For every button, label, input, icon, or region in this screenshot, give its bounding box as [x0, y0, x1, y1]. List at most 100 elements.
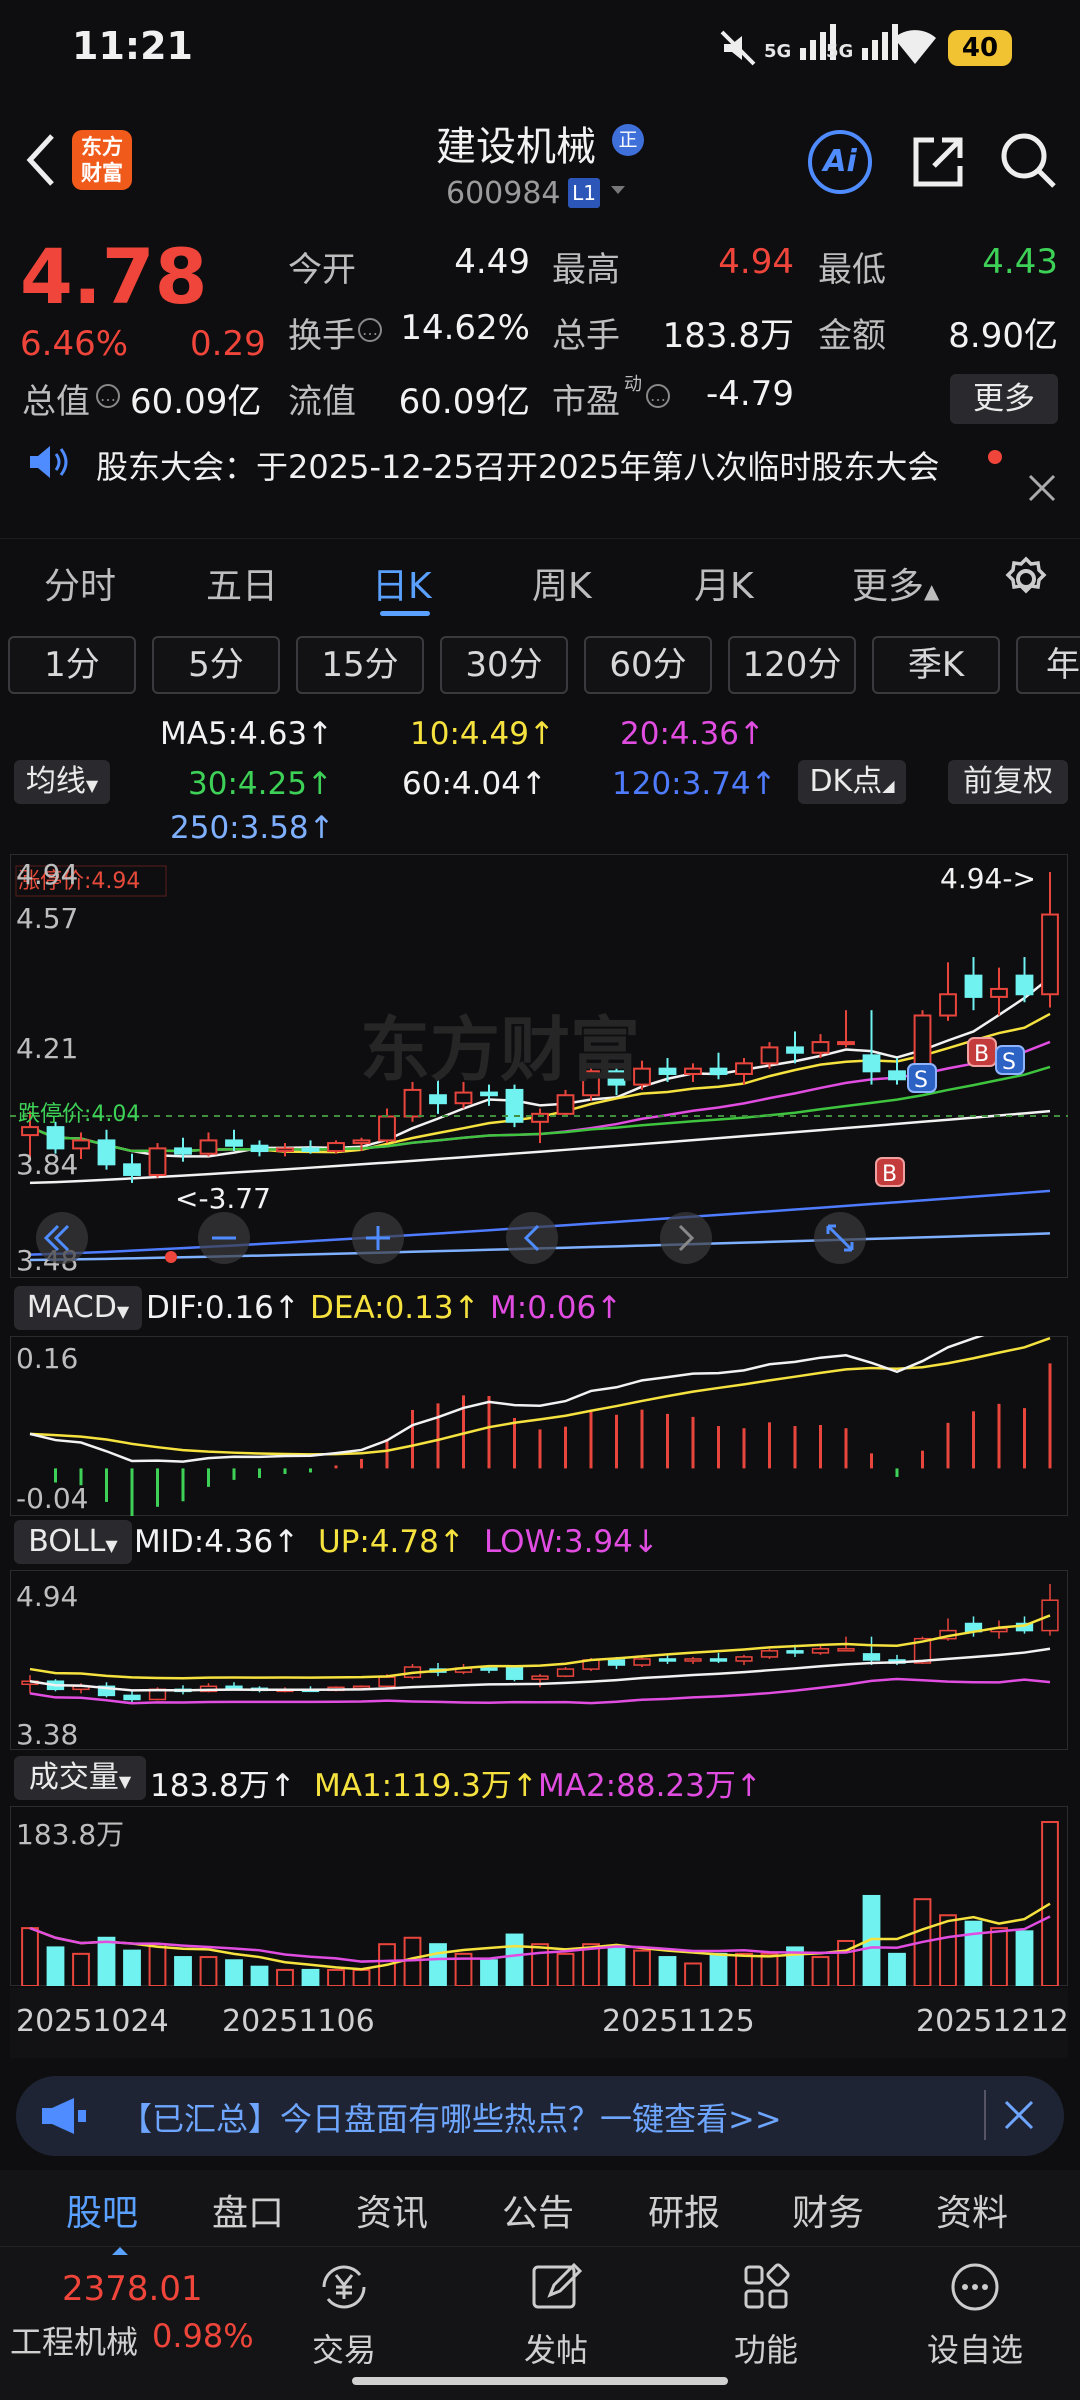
- candle[interactable]: [990, 987, 1008, 998]
- candle[interactable]: [939, 993, 957, 1017]
- candle[interactable]: [148, 1147, 167, 1176]
- candle[interactable]: [658, 1067, 677, 1075]
- candle[interactable]: [709, 1067, 728, 1075]
- tab-guba[interactable]: 股吧: [66, 2184, 138, 2236]
- candle[interactable]: [684, 1067, 702, 1075]
- tab-news[interactable]: 资讯: [356, 2184, 428, 2236]
- boll-selector[interactable]: BOLL▼: [14, 1520, 132, 1564]
- candle[interactable]: [480, 1091, 498, 1097]
- candle[interactable]: [97, 1139, 116, 1166]
- level-badge[interactable]: L1: [568, 178, 600, 208]
- period-15min[interactable]: 15分: [296, 636, 424, 694]
- candle[interactable]: [429, 1094, 447, 1105]
- candle[interactable]: [735, 1062, 753, 1075]
- signal-buy-1[interactable]: B: [967, 1037, 997, 1067]
- adjust-button[interactable]: 前复权: [948, 760, 1068, 804]
- candle[interactable]: [123, 1163, 141, 1176]
- candle[interactable]: [786, 1046, 804, 1054]
- fullscreen-button[interactable]: [814, 1212, 866, 1264]
- candle[interactable]: [964, 974, 983, 998]
- scroll-left-button[interactable]: [506, 1212, 558, 1264]
- candle[interactable]: [276, 1147, 294, 1153]
- search-icon[interactable]: [998, 130, 1058, 194]
- ai-button[interactable]: Ai: [808, 130, 872, 194]
- tab-research[interactable]: 研报: [648, 2184, 720, 2236]
- period-1min[interactable]: 1分: [8, 636, 136, 694]
- functions-button[interactable]: 功能: [716, 2247, 816, 2371]
- close-icon[interactable]: [1024, 470, 1060, 510]
- post-button[interactable]: 发帖: [506, 2247, 606, 2371]
- settings-gear-icon[interactable]: [1002, 555, 1050, 607]
- candle[interactable]: [760, 1046, 779, 1065]
- boll-chart[interactable]: 4.94 3.38: [9, 1569, 1069, 1751]
- zoom-in-button[interactable]: [352, 1212, 404, 1264]
- candle[interactable]: [1015, 974, 1034, 996]
- candle[interactable]: [327, 1142, 345, 1153]
- tab-daily-k[interactable]: 日K: [372, 557, 432, 609]
- kline-svg[interactable]: 涨停价:4.94 跌停价:4.04 4.57 4.21 3.84 3.48 4.…: [9, 853, 1069, 1279]
- period-quarter-k[interactable]: 季K: [872, 636, 1000, 694]
- candle[interactable]: [174, 1147, 192, 1155]
- candle[interactable]: [21, 1126, 39, 1137]
- period-60min[interactable]: 60分: [584, 636, 712, 694]
- candle[interactable]: [250, 1144, 269, 1153]
- candle[interactable]: [46, 1126, 65, 1150]
- period-30min[interactable]: 30分: [440, 636, 568, 694]
- period-year-k[interactable]: 年: [1016, 636, 1080, 694]
- info-icon[interactable]: …: [646, 384, 670, 408]
- info-icon[interactable]: …: [358, 318, 382, 342]
- macd-svg[interactable]: 0.16 -0.04: [9, 1300, 1069, 1518]
- candle[interactable]: [505, 1088, 524, 1123]
- tab-timeshare[interactable]: 分时: [44, 557, 116, 609]
- candle[interactable]: [378, 1115, 396, 1142]
- tab-finance[interactable]: 财务: [792, 2184, 864, 2236]
- candle[interactable]: [811, 1041, 830, 1054]
- candle[interactable]: [301, 1147, 320, 1153]
- info-icon[interactable]: …: [96, 384, 120, 408]
- notice-bar[interactable]: 股东大会：于2025-12-25召开2025年第八次临时股东大会: [0, 430, 1080, 530]
- tab-more[interactable]: 更多▲: [852, 557, 939, 609]
- volume-svg[interactable]: 183.8万: [9, 1805, 1069, 1988]
- tab-order-book[interactable]: 盘口: [212, 2184, 284, 2236]
- kline-chart[interactable]: 涨停价:4.94 跌停价:4.04 4.57 4.21 3.84 3.48 4.…: [9, 853, 1069, 1279]
- candle[interactable]: [1041, 913, 1059, 996]
- tab-5day[interactable]: 五日: [206, 557, 278, 609]
- add-watchlist-button[interactable]: 设自选: [920, 2247, 1030, 2371]
- candle[interactable]: [403, 1088, 422, 1118]
- candle[interactable]: [454, 1091, 473, 1105]
- macd-selector[interactable]: MACD▼: [14, 1286, 142, 1330]
- chevron-down-icon[interactable]: [608, 180, 628, 204]
- close-icon[interactable]: [1000, 2096, 1038, 2138]
- volume-chart[interactable]: 183.8万: [9, 1805, 1069, 1988]
- signal-sell-2[interactable]: S: [995, 1045, 1025, 1075]
- candle[interactable]: [225, 1139, 243, 1147]
- candle[interactable]: [199, 1139, 218, 1155]
- tab-profile[interactable]: 资料: [936, 2184, 1008, 2236]
- trade-button[interactable]: 交易: [294, 2247, 394, 2371]
- dk-points-button[interactable]: DK点◢: [798, 760, 906, 804]
- tab-monthly-k[interactable]: 月K: [694, 557, 754, 609]
- boll-svg[interactable]: 4.94 3.38: [9, 1569, 1069, 1751]
- zoom-out-button[interactable]: [198, 1212, 250, 1264]
- signal-sell-1[interactable]: S: [907, 1063, 937, 1093]
- share-icon[interactable]: [908, 132, 968, 196]
- candle[interactable]: [837, 1041, 855, 1046]
- period-120min[interactable]: 120分: [728, 636, 856, 694]
- hotspot-banner[interactable]: 【已汇总】今日盘面有哪些热点？一键查看>>: [16, 2076, 1064, 2156]
- scroll-right-button[interactable]: [660, 1212, 712, 1264]
- sector-name[interactable]: 工程机械: [10, 2317, 138, 2363]
- candle[interactable]: [888, 1070, 906, 1081]
- ma-selector-dropdown[interactable]: 均线▼: [14, 760, 110, 804]
- period-5min[interactable]: 5分: [152, 636, 280, 694]
- signal-buy-2[interactable]: B: [875, 1157, 905, 1187]
- sector-index-value[interactable]: 2378.01: [62, 2269, 203, 2309]
- tab-weekly-k[interactable]: 周K: [532, 557, 592, 609]
- scroll-left-fast-button[interactable]: [36, 1212, 88, 1264]
- candle[interactable]: [352, 1139, 371, 1145]
- macd-chart[interactable]: 0.16 -0.04: [9, 1300, 1069, 1518]
- volume-selector[interactable]: 成交量▼: [14, 1756, 146, 1800]
- candle[interactable]: [862, 1054, 881, 1073]
- back-button[interactable]: [22, 130, 62, 194]
- tab-announcements[interactable]: 公告: [502, 2184, 574, 2236]
- candle[interactable]: [556, 1094, 575, 1115]
